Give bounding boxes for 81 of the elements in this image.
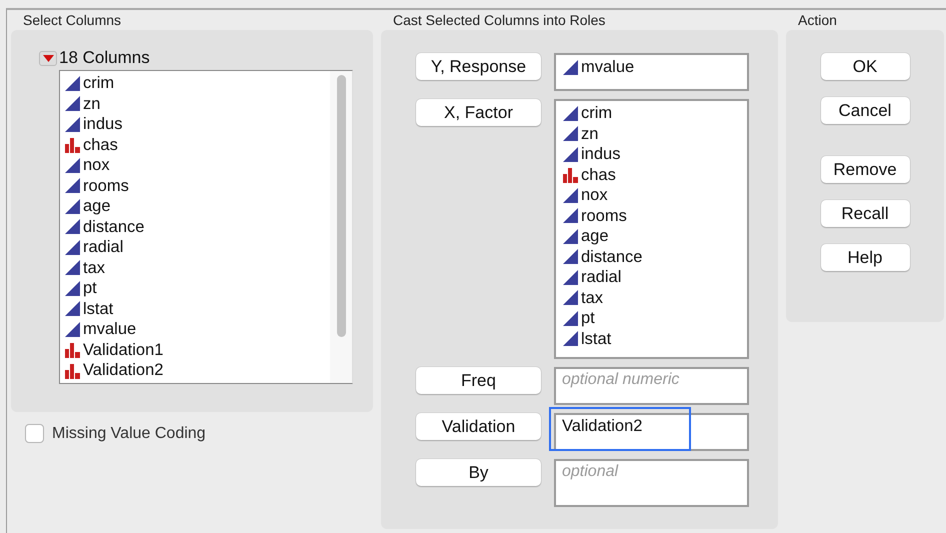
column-name[interactable]: chas — [83, 134, 118, 155]
section-title: Cast Selected Columns into Roles — [392, 11, 606, 30]
continuous-icon — [64, 300, 81, 318]
continuous-icon — [562, 268, 579, 286]
continuous-icon — [64, 238, 81, 256]
continuous-icon — [64, 218, 81, 236]
continuous-icon — [64, 177, 81, 194]
disclosure-icon[interactable] — [39, 50, 57, 66]
continuous-icon — [562, 289, 579, 306]
placeholder-text: optional — [562, 463, 618, 480]
role-button[interactable]: Validation — [416, 413, 541, 440]
column-name[interactable]: lstat — [581, 328, 612, 349]
continuous-icon — [562, 125, 579, 142]
column-name[interactable]: zn — [83, 94, 100, 114]
column-name[interactable]: tax — [581, 288, 604, 308]
role-field[interactable]: Validation2 — [554, 413, 749, 451]
section-title: Action — [797, 11, 838, 30]
continuous-icon — [64, 198, 81, 215]
role-button[interactable]: By — [416, 459, 541, 486]
continuous-icon — [562, 330, 579, 348]
column-name[interactable]: age — [581, 226, 609, 246]
continuous-icon — [64, 74, 81, 92]
placeholder-text: optional numeric — [562, 371, 680, 388]
column-name[interactable]: tax — [83, 258, 106, 278]
action-button[interactable]: Remove — [820, 156, 910, 183]
continuous-icon — [64, 95, 81, 112]
column-name[interactable]: mvalue — [581, 57, 634, 78]
continuous-icon — [64, 116, 81, 133]
column-name[interactable]: mvalue — [83, 319, 136, 340]
column-name[interactable]: zn — [581, 124, 598, 144]
action-button[interactable]: Cancel — [820, 97, 910, 124]
column-name[interactable]: pt — [83, 278, 97, 298]
field-value: Validation2 — [562, 417, 642, 435]
continuous-icon — [562, 104, 579, 122]
continuous-icon — [64, 156, 81, 174]
column-name[interactable]: radial — [581, 267, 622, 288]
bar-chart-icon — [562, 166, 579, 184]
column-count: 18 Columns — [59, 48, 150, 68]
section-title: Select Columns — [22, 11, 122, 30]
continuous-icon — [562, 228, 579, 245]
action-button[interactable]: Recall — [820, 200, 910, 227]
column-name[interactable]: crim — [83, 73, 114, 94]
column-name[interactable]: age — [83, 196, 111, 216]
bar-chart-icon — [64, 362, 81, 379]
column-name[interactable]: rooms — [83, 176, 129, 196]
column-name[interactable]: pt — [581, 308, 595, 328]
action-button[interactable]: OK — [820, 53, 910, 80]
continuous-icon — [562, 186, 579, 204]
column-name[interactable]: chas — [581, 164, 616, 185]
continuous-icon — [562, 146, 579, 163]
bar-chart-icon — [64, 136, 81, 154]
column-name[interactable]: Validation2 — [83, 360, 164, 380]
column-name[interactable]: distance — [83, 216, 144, 237]
column-list[interactable]: crim zn indus chas nox rooms age distance radial tax pt lstat mvalue Validation1 Validation2 — [59, 70, 353, 384]
continuous-icon — [562, 248, 579, 266]
column-name[interactable]: indus — [581, 144, 620, 164]
column-name[interactable]: radial — [83, 237, 124, 258]
role-field[interactable]: crim zn indus chas nox rooms age distance radial tax pt lstat — [554, 99, 749, 359]
column-name[interactable]: crim — [581, 103, 612, 124]
continuous-icon — [64, 280, 81, 297]
continuous-icon — [562, 58, 579, 76]
continuous-icon — [562, 207, 579, 224]
role-field[interactable]: mvalue — [554, 53, 749, 91]
role-button[interactable]: Y, Response — [416, 53, 541, 80]
scrollbar-thumb[interactable] — [336, 75, 346, 337]
column-name[interactable]: nox — [83, 155, 110, 176]
continuous-icon — [562, 310, 579, 327]
continuous-icon — [64, 259, 81, 276]
bar-chart-icon — [64, 341, 81, 358]
column-name[interactable]: lstat — [83, 298, 114, 319]
column-name[interactable]: distance — [581, 246, 642, 267]
continuous-icon — [64, 320, 81, 338]
column-name[interactable]: Validation1 — [83, 340, 164, 360]
role-button[interactable]: Freq — [416, 367, 541, 394]
column-name[interactable]: rooms — [581, 206, 627, 226]
action-button[interactable]: Help — [820, 244, 910, 271]
checkbox[interactable] — [25, 424, 44, 443]
role-button[interactable]: X, Factor — [416, 99, 541, 126]
column-name[interactable]: nox — [581, 185, 608, 206]
checkbox-label: Missing Value Coding — [52, 424, 206, 442]
column-name[interactable]: indus — [83, 114, 122, 134]
